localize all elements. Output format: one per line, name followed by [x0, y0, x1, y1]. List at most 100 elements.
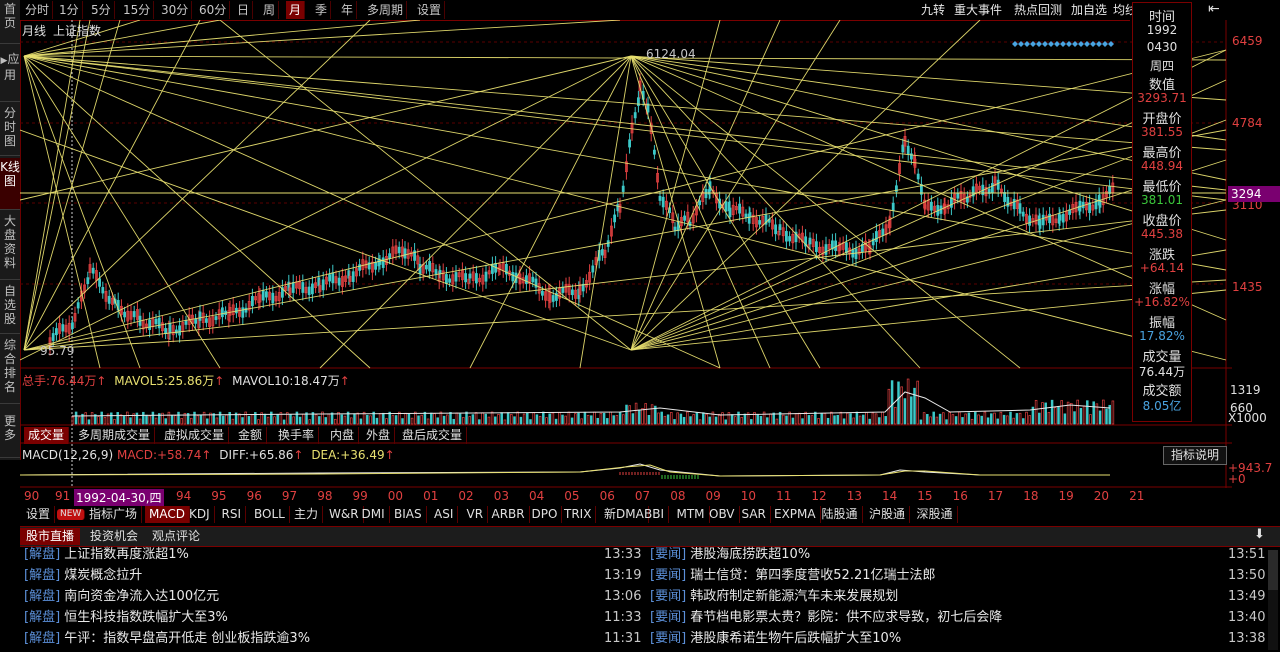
- indicator-tab-14[interactable]: DPO: [528, 506, 563, 523]
- news-title[interactable]: 瑞士信贷：第四季度营收52.21亿瑞士法郎: [686, 568, 935, 583]
- indicator-tab-23[interactable]: 沪股通: [865, 506, 911, 523]
- indicator-tab-12[interactable]: VR: [463, 506, 489, 523]
- news-title[interactable]: 煤炭概念拉升: [60, 568, 142, 583]
- period-tab-12[interactable]: 设置: [414, 1, 446, 19]
- indicator-tab-3[interactable]: MACD: [145, 506, 190, 523]
- right-tab-3[interactable]: 加自选: [1068, 1, 1110, 19]
- news-time: 13:06: [604, 589, 642, 604]
- sidebar-item-home[interactable]: 首页: [0, 0, 20, 44]
- candle-body: [613, 214, 616, 223]
- period-tab-2[interactable]: 5分: [88, 1, 115, 19]
- candle-body: [301, 282, 305, 293]
- news-tab-0[interactable]: 股市直播: [20, 528, 81, 545]
- news-tab-2[interactable]: 观点评论: [146, 528, 206, 545]
- indicator-tab-21[interactable]: EXPMA: [770, 506, 821, 523]
- candle-body: [194, 318, 198, 324]
- back-arrow-icon[interactable]: ⇤: [1208, 1, 1220, 17]
- volume-bar: [929, 416, 932, 425]
- period-tab-8[interactable]: 月: [286, 1, 306, 19]
- indicator-tab-19[interactable]: OBV: [705, 506, 740, 523]
- period-tab-4[interactable]: 30分: [158, 1, 193, 19]
- volume-tab-3[interactable]: 金额: [234, 427, 268, 444]
- x-tick-10: 10: [740, 489, 757, 503]
- indicator-tab-18[interactable]: MTM: [673, 506, 710, 523]
- volume-tab-2[interactable]: 虚拟成交量: [160, 427, 230, 444]
- period-tab-0[interactable]: 分时: [22, 1, 54, 19]
- indicator-tab-20[interactable]: SAR: [738, 506, 771, 523]
- news-item[interactable]: [解盘] 恒生科技指数跌幅扩大至3% 11:33: [24, 607, 641, 628]
- news-item[interactable]: [解盘] 上证指数再度涨超1% 13:33: [24, 544, 641, 565]
- indicator-tab-17[interactable]: BBI: [640, 506, 670, 523]
- kline-chart[interactable]: [20, 20, 1232, 490]
- indicator-tab-11[interactable]: ASI: [430, 506, 459, 523]
- period-tab-6[interactable]: 日: [234, 1, 254, 19]
- volume-tab-6[interactable]: 外盘: [362, 427, 396, 444]
- indicator-tab-6[interactable]: BOLL: [250, 506, 290, 523]
- period-tab-11[interactable]: 多周期: [364, 1, 408, 19]
- news-title[interactable]: 韩政府制定新能源汽车未来发展规划: [686, 589, 898, 604]
- download-icon[interactable]: ⬇: [1254, 527, 1265, 542]
- period-tab-9[interactable]: 季: [312, 1, 332, 19]
- sidebar-item-kline[interactable]: K线图: [0, 158, 20, 210]
- indicator-tab-5[interactable]: RSI: [218, 506, 246, 523]
- indicator-help-button[interactable]: 指标说明: [1163, 446, 1227, 465]
- indicator-tab-22[interactable]: 陆股通: [818, 506, 863, 523]
- volume-bar: [714, 416, 718, 425]
- sidebar-item-intraday[interactable]: 分时图: [0, 104, 20, 156]
- sidebar-item-market-data[interactable]: 大盘资料: [0, 212, 20, 280]
- scrollbar-thumb[interactable]: [1268, 550, 1278, 590]
- volume-bar: [919, 419, 923, 425]
- right-tab-0[interactable]: 九转: [918, 1, 948, 19]
- volume-bar: [794, 413, 798, 425]
- news-title[interactable]: 上证指数再度涨超1%: [60, 547, 189, 562]
- news-title[interactable]: 春节档电影票太贵？影院：供不应求导致，初七后会降: [686, 610, 1002, 625]
- volume-tab-4[interactable]: 换手率: [274, 427, 320, 444]
- candle-body: [808, 237, 812, 245]
- indicator-tab-4[interactable]: KDJ: [185, 506, 215, 523]
- volume-tab-0[interactable]: 成交量: [24, 427, 70, 444]
- news-item[interactable]: [要闻] 港股海底捞跌超10% 13:51: [650, 544, 1265, 565]
- news-title[interactable]: 午评：指数早盘高开低走 创业板指跌逾3%: [60, 631, 310, 646]
- volume-tab-5[interactable]: 内盘: [326, 427, 360, 444]
- volume-bar: [980, 415, 983, 425]
- indicator-tab-1[interactable]: NEW: [57, 509, 86, 520]
- up-arrow-icon: ↑: [293, 448, 304, 462]
- indicator-tab-9[interactable]: DMI: [358, 506, 390, 523]
- news-item[interactable]: [要闻] 港股康希诺生物午后跌幅扩大至10% 13:38: [650, 628, 1265, 649]
- indicator-tab-0[interactable]: 设置: [22, 506, 56, 523]
- period-tab-10[interactable]: 年: [338, 1, 358, 19]
- news-title[interactable]: 恒生科技指数跌幅扩大至3%: [60, 610, 228, 625]
- period-tab-1[interactable]: 1分: [56, 1, 83, 19]
- news-title[interactable]: 港股康希诺生物午后跌幅扩大至10%: [686, 631, 901, 646]
- sidebar-item-apps[interactable]: ▶应用: [0, 50, 20, 102]
- news-title[interactable]: 港股海底捞跌超10%: [686, 547, 810, 562]
- news-item[interactable]: [要闻] 春节档电影票太贵？影院：供不应求导致，初七后会降 13:40: [650, 607, 1265, 628]
- indicator-tab-13[interactable]: ARBR: [488, 506, 530, 523]
- indicator-tab-24[interactable]: 深股通: [913, 506, 958, 523]
- volume-tab-1[interactable]: 多周期成交量: [74, 427, 156, 444]
- volume-bar: [90, 412, 94, 425]
- sidebar-item-watchlist[interactable]: 自选股: [0, 282, 20, 334]
- news-item[interactable]: [要闻] 韩政府制定新能源汽车未来发展规划 13:49: [650, 586, 1265, 607]
- period-tab-3[interactable]: 15分: [120, 1, 155, 19]
- news-item[interactable]: [要闻] 瑞士信贷：第四季度营收52.21亿瑞士法郎 13:50: [650, 565, 1265, 586]
- volume-tab-7[interactable]: 盘后成交量: [398, 427, 468, 444]
- indicator-tab-2[interactable]: 指标广场: [85, 506, 143, 523]
- sidebar-item-more[interactable]: 更多: [0, 412, 20, 458]
- period-tab-7[interactable]: 周: [260, 1, 280, 19]
- news-item[interactable]: [解盘] 南向资金净流入达100亿元 13:06: [24, 586, 642, 607]
- news-title[interactable]: 南向资金净流入达100亿元: [60, 589, 219, 604]
- volume-bar: [116, 412, 119, 425]
- right-tab-1[interactable]: 重大事件: [951, 1, 1005, 19]
- news-scrollbar[interactable]: [1268, 550, 1278, 650]
- sidebar-item-ranking[interactable]: 综合排名: [0, 336, 20, 404]
- indicator-tab-7[interactable]: 主力: [290, 506, 324, 523]
- period-tab-5[interactable]: 60分: [196, 1, 231, 19]
- indicator-tab-10[interactable]: BIAS: [390, 506, 427, 523]
- right-tab-2[interactable]: 热点回测: [1011, 1, 1065, 19]
- volume-bar: [138, 418, 142, 425]
- indicator-tab-15[interactable]: TRIX: [560, 506, 597, 523]
- news-tab-1[interactable]: 投资机会: [84, 528, 144, 545]
- news-item[interactable]: [解盘] 午评：指数早盘高开低走 创业板指跌逾3% 11:31: [24, 628, 641, 649]
- news-item[interactable]: [解盘] 煤炭概念拉升 13:19: [24, 565, 641, 586]
